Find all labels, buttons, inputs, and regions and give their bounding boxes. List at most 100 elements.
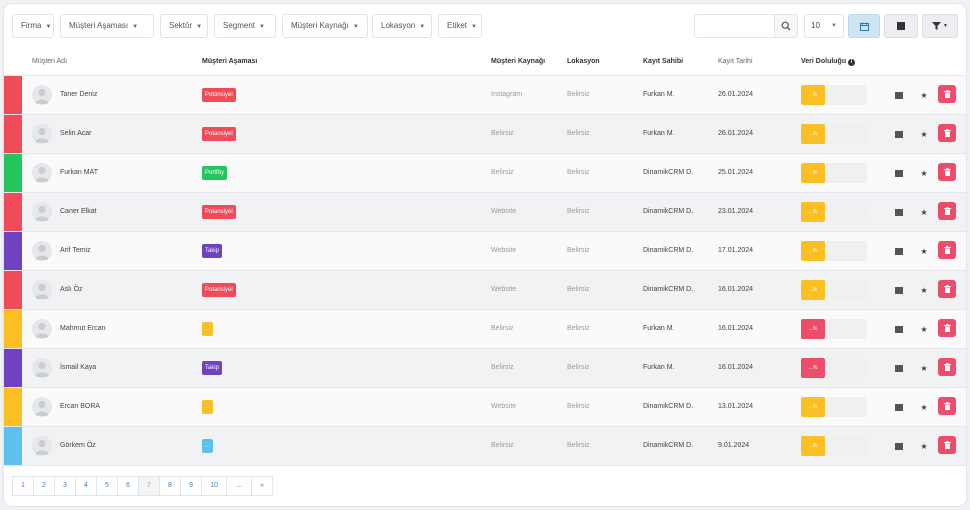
data-fill-value: ...%	[801, 436, 825, 456]
edit-button[interactable]	[892, 361, 906, 375]
stage-badge-wrap: ...	[202, 322, 214, 336]
customer-name[interactable]: Ercan BORA	[60, 403, 100, 410]
column-header-location[interactable]: Lokasyon	[567, 58, 600, 65]
data-fill-value: ...%	[801, 124, 825, 144]
delete-button[interactable]	[938, 163, 956, 181]
avatar	[32, 124, 52, 144]
customer-name[interactable]: Arif Temiz	[60, 247, 91, 254]
edit-button[interactable]	[892, 400, 906, 414]
customer-name[interactable]: Furkan MAT	[60, 169, 98, 176]
favorite-button[interactable]: ★	[917, 361, 931, 375]
delete-button[interactable]	[938, 85, 956, 103]
delete-button[interactable]	[938, 241, 956, 259]
filter-musteri-kaynagi[interactable]: Müşteri Kaynağı ▼	[282, 14, 368, 38]
customer-name[interactable]: Caner Elkat	[60, 208, 97, 215]
table-row[interactable]: Selin Acar Potansiyel Belirsiz Belirsiz …	[4, 115, 966, 154]
page-link[interactable]: ...	[226, 476, 252, 496]
delete-button[interactable]	[938, 358, 956, 376]
edit-button[interactable]	[892, 127, 906, 141]
edit-icon	[895, 169, 903, 177]
page-link[interactable]: 6	[117, 476, 139, 496]
filter-icon	[932, 22, 942, 30]
table-row[interactable]: Aslı Öz Potansiyel Website Belirsiz Dina…	[4, 271, 966, 310]
page-link[interactable]: 8	[159, 476, 181, 496]
delete-button[interactable]	[938, 280, 956, 298]
table-row[interactable]: Ercan BORA ... Website Belirsiz DinamikC…	[4, 388, 966, 427]
data-fill-bar: ...%	[801, 358, 867, 378]
page-link[interactable]: 4	[75, 476, 97, 496]
star-icon: ★	[920, 402, 928, 412]
caret-down-icon: ▼	[45, 24, 52, 30]
column-header-date[interactable]: Kayıt Tarihi	[718, 58, 753, 65]
page-link[interactable]: 3	[54, 476, 76, 496]
table-row[interactable]: Furkan MAT Portföy Belirsiz Belirsiz Din…	[4, 154, 966, 193]
table-row[interactable]: Taner Deniz Potansiyel Instagram Belirsi…	[4, 76, 966, 115]
filter-lokasyon[interactable]: Lokasyon ▼	[372, 14, 432, 38]
record-owner: DinamikCRM D.	[643, 403, 694, 410]
favorite-button[interactable]: ★	[917, 244, 931, 258]
favorite-button[interactable]: ★	[917, 283, 931, 297]
column-header-fill[interactable]: Veri Doluluğu i	[801, 58, 856, 66]
column-header-owner[interactable]: Kayıt Sahibi	[643, 58, 683, 65]
page-link[interactable]: 2	[33, 476, 55, 496]
customer-name[interactable]: Selin Acar	[60, 130, 92, 137]
customer-name[interactable]: İsmail Kaya	[60, 364, 96, 371]
stage-badge: Portföy	[202, 166, 228, 180]
page-link[interactable]: 9	[180, 476, 202, 496]
page-link[interactable]: 1	[12, 476, 34, 496]
edit-button[interactable]	[892, 322, 906, 336]
edit-button[interactable]	[892, 439, 906, 453]
filter-dropdown-button[interactable]: ▼	[922, 14, 958, 38]
edit-button[interactable]	[892, 88, 906, 102]
calendar-button[interactable]	[848, 14, 880, 38]
filter-sektor[interactable]: Sektör ▼	[160, 14, 208, 38]
info-icon: i	[848, 59, 856, 66]
delete-button[interactable]	[938, 202, 956, 220]
favorite-button[interactable]: ★	[917, 88, 931, 102]
customer-name[interactable]: Taner Deniz	[60, 91, 97, 98]
page-link[interactable]: 5	[96, 476, 118, 496]
data-fill-value: ...%	[801, 280, 825, 300]
favorite-button[interactable]: ★	[917, 205, 931, 219]
page-link[interactable]: 10	[201, 476, 227, 496]
edit-button[interactable]	[892, 244, 906, 258]
page-link[interactable]: »	[251, 476, 273, 496]
filter-segment[interactable]: Segment ▼	[214, 14, 276, 38]
favorite-button[interactable]: ★	[917, 439, 931, 453]
edit-button[interactable]	[892, 166, 906, 180]
filter-firma[interactable]: Firma ▼	[12, 14, 54, 38]
edit-button[interactable]	[892, 283, 906, 297]
search-input[interactable]	[694, 14, 774, 38]
favorite-button[interactable]: ★	[917, 166, 931, 180]
edit-button[interactable]	[892, 205, 906, 219]
filter-musteri-asamasi[interactable]: Müşteri Aşaması ▼	[60, 14, 154, 38]
avatar	[32, 85, 52, 105]
stage-badge-wrap: Portföy	[202, 166, 228, 180]
delete-button[interactable]	[938, 319, 956, 337]
page-size-select[interactable]: 10 ▼	[804, 14, 844, 38]
search-button[interactable]	[774, 14, 798, 38]
favorite-button[interactable]: ★	[917, 127, 931, 141]
column-header-source[interactable]: Müşteri Kaynağı	[491, 58, 545, 65]
favorite-button[interactable]: ★	[917, 322, 931, 336]
column-header-stage[interactable]: Müşteri Aşaması	[202, 58, 257, 65]
table-row[interactable]: İsmail Kaya Takip Belirsiz Belirsiz Furk…	[4, 349, 966, 388]
filter-etiket[interactable]: Etiket ▼	[438, 14, 482, 38]
page-link[interactable]: 7	[138, 476, 160, 496]
data-fill-value: ...%	[801, 163, 825, 183]
table-row[interactable]: Mahmut Ercan ... Belirsiz Belirsiz Furka…	[4, 310, 966, 349]
table-row[interactable]: Arif Temiz Takip Website Belirsiz Dinami…	[4, 232, 966, 271]
table-row[interactable]: Görkem Öz ... Belirsiz Belirsiz DinamikC…	[4, 427, 966, 466]
star-icon: ★	[920, 90, 928, 100]
favorite-button[interactable]: ★	[917, 400, 931, 414]
customer-name[interactable]: Mahmut Ercan	[60, 325, 106, 332]
delete-button[interactable]	[938, 436, 956, 454]
columns-button[interactable]	[884, 14, 918, 38]
delete-button[interactable]	[938, 397, 956, 415]
edit-icon	[895, 442, 903, 450]
customer-name[interactable]: Görkem Öz	[60, 442, 96, 449]
column-header-name[interactable]: Müşteri Adı	[32, 58, 67, 65]
customer-name[interactable]: Aslı Öz	[60, 286, 83, 293]
table-row[interactable]: Caner Elkat Potansiyel Website Belirsiz …	[4, 193, 966, 232]
delete-button[interactable]	[938, 124, 956, 142]
